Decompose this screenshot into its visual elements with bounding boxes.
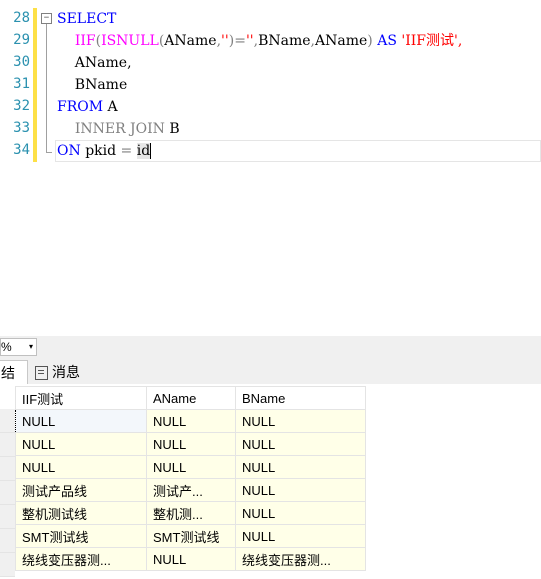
grid-header-row: IIF测试 AName BName [15,386,366,410]
code-token: INNER JOIN [74,121,170,137]
row-header[interactable] [0,553,15,577]
code-token: pkid [85,143,121,159]
zoom-bar [0,336,541,358]
line-number: 28 [13,10,30,26]
code-token: '' [245,33,254,49]
tab-results[interactable]: 结果 [0,360,28,405]
zoom-select[interactable]: % ▾ [0,338,37,356]
column-header[interactable]: BName [235,386,366,410]
results-tabbar: 结果 消息 [0,358,541,405]
table-row[interactable]: NULL NULL NULL [15,432,366,456]
tab-messages-label: 消息 [52,364,80,380]
line-number: 33 [13,120,30,136]
code-token: A [107,99,118,115]
table-cell[interactable]: NULL [235,524,366,548]
table-cell[interactable]: NULL [146,547,236,571]
table-cell[interactable]: NULL [146,409,236,433]
messages-icon [35,366,48,381]
code-token: B [169,121,180,137]
code-token: AS [377,33,402,49]
sql-editor[interactable]: 27 28 29 30 31 32 33 34 − SELECT IIF(ISNULL(AN… [0,0,541,336]
table-cell[interactable]: NULL [15,432,147,456]
code-line[interactable]: FROM A [57,96,118,118]
table-cell[interactable]: 整机测... [146,501,236,525]
table-cell[interactable]: NULL [235,501,366,525]
chevron-down-icon[interactable]: ▾ [29,339,33,355]
table-row[interactable]: 测试产品线 测试产... NULL [15,478,366,502]
table-cell[interactable]: 测试产品线 [15,478,147,502]
line-number: 30 [13,54,30,70]
line-number: 27 [0,0,30,2]
table-row[interactable]: 绕线变压器测... NULL 绕线变压器测... [15,547,366,571]
row-header[interactable] [0,457,15,481]
column-header[interactable]: IIF测试 [15,386,147,410]
table-cell[interactable]: 绕线变压器测... [235,547,366,571]
fold-guide [46,24,47,152]
code-token: IIF [74,33,96,49]
collapse-icon[interactable]: − [41,13,52,24]
table-cell[interactable]: NULL [15,455,147,479]
code-token: )= [228,33,246,49]
fold-guide-end [46,152,52,153]
row-header[interactable] [0,409,15,433]
code-token: AName [315,33,368,49]
table-row[interactable]: NULL NULL NULL [15,455,366,479]
code-token: ISNULL [101,33,159,49]
code-token: BName [258,33,311,49]
table-cell[interactable]: NULL [235,478,366,502]
column-header[interactable]: AName [146,386,236,410]
table-cell[interactable]: NULL [146,455,236,479]
table-row[interactable]: 整机测试线 整机测... NULL [15,501,366,525]
code-line[interactable]: BName [57,74,127,96]
code-token: BName [57,77,128,93]
code-token: 'IIF测试', [401,33,463,49]
code-token: SELECT [57,11,117,27]
table-cell[interactable]: SMT测试线 [15,524,147,548]
table-cell[interactable]: 测试产... [146,478,236,502]
line-number: 29 [13,32,30,48]
code-token: AName, [57,55,132,71]
line-number: 31 [13,76,30,92]
line-number: 32 [13,98,30,114]
row-header[interactable] [0,505,15,529]
code-token: '' [221,33,229,49]
code-line[interactable]: IIF(ISNULL(AName,'')='',BName,AName) AS … [57,30,462,52]
code-token: AName [164,33,217,49]
table-row[interactable]: NULL NULL NULL [15,409,366,433]
code-token: = [120,143,137,159]
table-cell[interactable]: 绕线变压器测... [15,547,147,571]
row-header[interactable] [0,481,15,505]
table-cell[interactable]: NULL [15,409,147,433]
text-caret [150,143,152,159]
code-token: id [136,143,151,159]
change-indicator [33,8,37,162]
line-number: 34 [13,142,30,158]
code-line[interactable]: AName, [57,52,132,74]
table-cell[interactable]: 整机测试线 [15,501,147,525]
row-header[interactable] [0,529,15,553]
code-token: ) [367,33,378,49]
code-token: ON [57,143,86,159]
code-line[interactable]: ON pkid = id [57,140,152,162]
table-cell[interactable]: NULL [235,455,366,479]
results-grid[interactable]: IIF测试 AName BName NULL NULL NULL NULL NULL NU… [15,386,366,571]
code-line[interactable]: SELECT [57,8,116,30]
table-row[interactable]: SMT测试线 SMT测试线 NULL [15,524,366,548]
row-header[interactable] [0,433,15,457]
code-token: FROM [57,99,108,115]
table-cell[interactable]: NULL [235,409,366,433]
table-cell[interactable]: NULL [146,432,236,456]
code-line[interactable]: INNER JOIN B [57,118,180,140]
table-cell[interactable]: NULL [235,432,366,456]
table-cell[interactable]: SMT测试线 [146,524,236,548]
zoom-value: % [1,340,12,354]
tab-messages[interactable]: 消息 [31,360,89,384]
